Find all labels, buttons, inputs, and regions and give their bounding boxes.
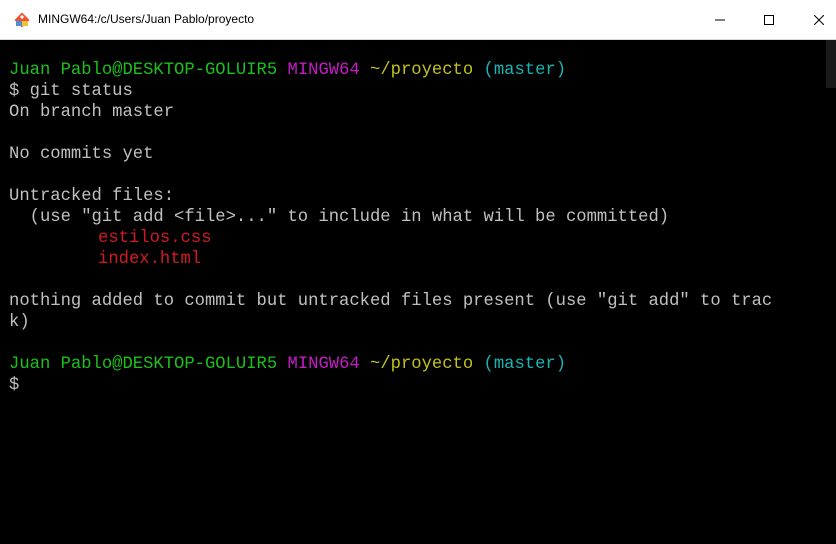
terminal-window: MINGW64:/c/Users/Juan Pablo/proyecto Jua… [0, 0, 836, 544]
title-bar[interactable]: MINGW64:/c/Users/Juan Pablo/proyecto [0, 0, 836, 40]
prompt-user-host: Juan Pablo@DESKTOP-GOLUIR5 [9, 355, 278, 374]
prompt-branch: (master) [483, 355, 567, 374]
command-line: $ git status [9, 82, 133, 101]
output-summary-wrap: k) [9, 313, 30, 332]
minimize-icon [715, 15, 725, 25]
output-hint: (use "git add <file>..." to include in w… [9, 208, 670, 227]
prompt-path: ~/proyecto [370, 355, 474, 374]
output-summary-line: nothing added to commit but untracked fi… [9, 292, 773, 311]
output-untracked-header: Untracked files: [9, 187, 175, 206]
maximize-button[interactable] [746, 0, 792, 40]
git-bash-icon [14, 12, 30, 28]
untracked-file: estilos.css [98, 229, 212, 248]
untracked-file: index.html [98, 250, 202, 269]
minimize-button[interactable] [697, 0, 743, 40]
prompt-path: ~/proyecto [370, 61, 474, 80]
window-title: MINGW64:/c/Users/Juan Pablo/proyecto [38, 12, 255, 26]
output-branch-line: On branch master [9, 103, 175, 122]
prompt-system: MINGW64 [287, 355, 360, 374]
terminal-output[interactable]: Juan Pablo@DESKTOP-GOLUIR5 MINGW64 ~/pro… [0, 40, 826, 544]
close-button[interactable] [796, 0, 836, 40]
prompt-line: Juan Pablo@DESKTOP-GOLUIR5 MINGW64 ~/pro… [9, 60, 566, 82]
vertical-scrollbar[interactable] [826, 40, 836, 544]
maximize-icon [764, 15, 774, 25]
input-prompt[interactable]: $ [9, 375, 19, 397]
prompt-branch: (master) [483, 61, 567, 80]
output-commits-line: No commits yet [9, 145, 154, 164]
scrollbar-thumb[interactable] [826, 40, 836, 88]
prompt-user-host: Juan Pablo@DESKTOP-GOLUIR5 [9, 61, 278, 80]
close-icon [814, 15, 824, 25]
prompt-system: MINGW64 [287, 61, 360, 80]
prompt-line: Juan Pablo@DESKTOP-GOLUIR5 MINGW64 ~/pro… [9, 354, 566, 376]
